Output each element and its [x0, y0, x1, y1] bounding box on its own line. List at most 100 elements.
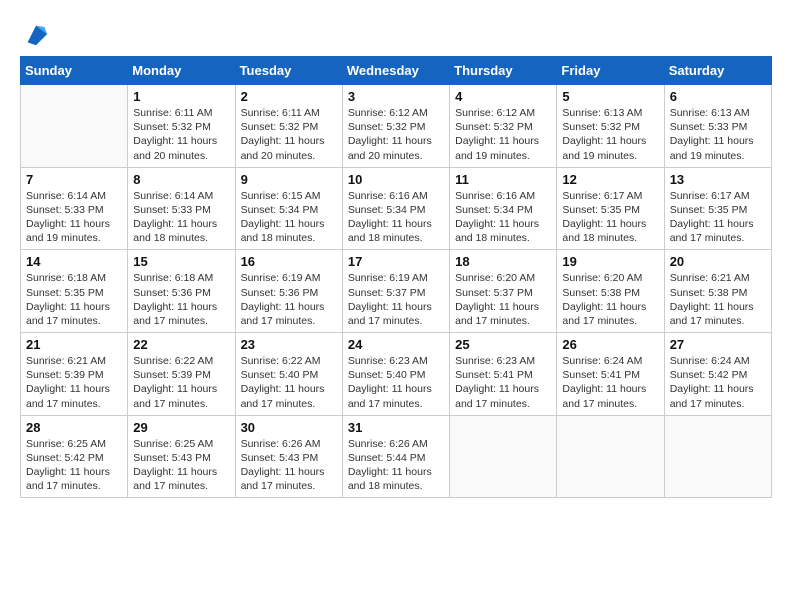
- calendar-cell: 1Sunrise: 6:11 AM Sunset: 5:32 PM Daylig…: [128, 85, 235, 168]
- calendar-cell: 22 Sunrise: 6:22 AM Sunset: 5:39 PM Dayli…: [128, 333, 235, 416]
- day-number: 31: [348, 420, 444, 435]
- day-info: Sunrise: 6:16 AM Sunset: 5:34 PM Dayligh…: [348, 189, 444, 246]
- day-info: Sunrise: 6:17 AM Sunset: 5:35 PM Dayligh…: [670, 189, 766, 246]
- day-info: Sunrise: 6:25 AM Sunset: 5:42 PM Dayligh…: [26, 437, 122, 494]
- logo-icon: [22, 20, 50, 48]
- weekday-header-sunday: Sunday: [21, 57, 128, 85]
- week-row-0: 1Sunrise: 6:11 AM Sunset: 5:32 PM Daylig…: [21, 85, 772, 168]
- day-number: 23: [241, 337, 337, 352]
- week-row-2: 14 Sunrise: 6:18 AM Sunset: 5:35 PM Dayli…: [21, 250, 772, 333]
- day-number: 21: [26, 337, 122, 352]
- calendar-cell: 5 Sunrise: 6:13 AM Sunset: 5:32 PM Daylig…: [557, 85, 664, 168]
- day-info: Sunrise: 6:11 AM Sunset: 5:32 PM Dayligh…: [133, 106, 229, 163]
- day-info: Sunrise: 6:13 AM Sunset: 5:32 PM Dayligh…: [562, 106, 658, 163]
- weekday-header-saturday: Saturday: [664, 57, 771, 85]
- week-row-1: 7 Sunrise: 6:14 AM Sunset: 5:33 PM Daylig…: [21, 167, 772, 250]
- day-info: Sunrise: 6:13 AM Sunset: 5:33 PM Dayligh…: [670, 106, 766, 163]
- day-info: Sunrise: 6:18 AM Sunset: 5:36 PM Dayligh…: [133, 271, 229, 328]
- day-info: Sunrise: 6:15 AM Sunset: 5:34 PM Dayligh…: [241, 189, 337, 246]
- calendar-cell: 15Sunrise: 6:18 AM Sunset: 5:36 PM Dayli…: [128, 250, 235, 333]
- day-info: Sunrise: 6:24 AM Sunset: 5:41 PM Dayligh…: [562, 354, 658, 411]
- calendar-cell: 16 Sunrise: 6:19 AM Sunset: 5:36 PM Dayli…: [235, 250, 342, 333]
- day-info: Sunrise: 6:11 AM Sunset: 5:32 PM Dayligh…: [241, 106, 337, 163]
- calendar-cell: 14 Sunrise: 6:18 AM Sunset: 5:35 PM Dayli…: [21, 250, 128, 333]
- day-number: 22: [133, 337, 229, 352]
- day-number: 16: [241, 254, 337, 269]
- day-info: Sunrise: 6:22 AM Sunset: 5:39 PM Dayligh…: [133, 354, 229, 411]
- calendar-cell: 18Sunrise: 6:20 AM Sunset: 5:37 PM Dayli…: [450, 250, 557, 333]
- calendar-cell: 11 Sunrise: 6:16 AM Sunset: 5:34 PM Dayli…: [450, 167, 557, 250]
- day-number: 5: [562, 89, 658, 104]
- week-row-4: 28 Sunrise: 6:25 AM Sunset: 5:42 PM Dayli…: [21, 415, 772, 498]
- weekday-header-wednesday: Wednesday: [342, 57, 449, 85]
- day-number: 19: [562, 254, 658, 269]
- day-number: 14: [26, 254, 122, 269]
- day-info: Sunrise: 6:17 AM Sunset: 5:35 PM Dayligh…: [562, 189, 658, 246]
- weekday-header-row: SundayMondayTuesdayWednesdayThursdayFrid…: [21, 57, 772, 85]
- day-number: 9: [241, 172, 337, 187]
- day-info: Sunrise: 6:12 AM Sunset: 5:32 PM Dayligh…: [455, 106, 551, 163]
- day-info: Sunrise: 6:20 AM Sunset: 5:38 PM Dayligh…: [562, 271, 658, 328]
- calendar-cell: 27 Sunrise: 6:24 AM Sunset: 5:42 PM Dayli…: [664, 333, 771, 416]
- header: [20, 20, 772, 48]
- day-number: 13: [670, 172, 766, 187]
- day-number: 8: [133, 172, 229, 187]
- calendar-cell: 26 Sunrise: 6:24 AM Sunset: 5:41 PM Dayli…: [557, 333, 664, 416]
- day-info: Sunrise: 6:26 AM Sunset: 5:43 PM Dayligh…: [241, 437, 337, 494]
- weekday-header-friday: Friday: [557, 57, 664, 85]
- day-number: 4: [455, 89, 551, 104]
- day-number: 10: [348, 172, 444, 187]
- weekday-header-tuesday: Tuesday: [235, 57, 342, 85]
- day-number: 25: [455, 337, 551, 352]
- calendar-cell: 3Sunrise: 6:12 AM Sunset: 5:32 PM Daylig…: [342, 85, 449, 168]
- day-info: Sunrise: 6:23 AM Sunset: 5:40 PM Dayligh…: [348, 354, 444, 411]
- day-info: Sunrise: 6:24 AM Sunset: 5:42 PM Dayligh…: [670, 354, 766, 411]
- calendar-cell: 13 Sunrise: 6:17 AM Sunset: 5:35 PM Dayli…: [664, 167, 771, 250]
- day-info: Sunrise: 6:12 AM Sunset: 5:32 PM Dayligh…: [348, 106, 444, 163]
- day-info: Sunrise: 6:23 AM Sunset: 5:41 PM Dayligh…: [455, 354, 551, 411]
- day-number: 29: [133, 420, 229, 435]
- day-info: Sunrise: 6:14 AM Sunset: 5:33 PM Dayligh…: [26, 189, 122, 246]
- calendar-cell: 30 Sunrise: 6:26 AM Sunset: 5:43 PM Dayli…: [235, 415, 342, 498]
- calendar-body: 1Sunrise: 6:11 AM Sunset: 5:32 PM Daylig…: [21, 85, 772, 498]
- calendar-cell: 10 Sunrise: 6:16 AM Sunset: 5:34 PM Dayli…: [342, 167, 449, 250]
- day-number: 11: [455, 172, 551, 187]
- calendar-cell: 21 Sunrise: 6:21 AM Sunset: 5:39 PM Dayli…: [21, 333, 128, 416]
- day-number: 28: [26, 420, 122, 435]
- day-number: 12: [562, 172, 658, 187]
- day-number: 7: [26, 172, 122, 187]
- day-info: Sunrise: 6:19 AM Sunset: 5:36 PM Dayligh…: [241, 271, 337, 328]
- week-row-3: 21 Sunrise: 6:21 AM Sunset: 5:39 PM Dayli…: [21, 333, 772, 416]
- calendar-cell: [450, 415, 557, 498]
- day-info: Sunrise: 6:25 AM Sunset: 5:43 PM Dayligh…: [133, 437, 229, 494]
- day-number: 27: [670, 337, 766, 352]
- day-number: 2: [241, 89, 337, 104]
- day-info: Sunrise: 6:20 AM Sunset: 5:37 PM Dayligh…: [455, 271, 551, 328]
- logo: [20, 20, 50, 48]
- day-number: 17: [348, 254, 444, 269]
- calendar-cell: 28 Sunrise: 6:25 AM Sunset: 5:42 PM Dayli…: [21, 415, 128, 498]
- calendar-cell: 23 Sunrise: 6:22 AM Sunset: 5:40 PM Dayli…: [235, 333, 342, 416]
- day-number: 30: [241, 420, 337, 435]
- calendar-cell: 17Sunrise: 6:19 AM Sunset: 5:37 PM Dayli…: [342, 250, 449, 333]
- day-number: 26: [562, 337, 658, 352]
- weekday-header-thursday: Thursday: [450, 57, 557, 85]
- day-number: 24: [348, 337, 444, 352]
- calendar-cell: 19 Sunrise: 6:20 AM Sunset: 5:38 PM Dayli…: [557, 250, 664, 333]
- calendar-cell: [21, 85, 128, 168]
- day-info: Sunrise: 6:16 AM Sunset: 5:34 PM Dayligh…: [455, 189, 551, 246]
- calendar-cell: [664, 415, 771, 498]
- day-info: Sunrise: 6:22 AM Sunset: 5:40 PM Dayligh…: [241, 354, 337, 411]
- calendar-cell: 4 Sunrise: 6:12 AM Sunset: 5:32 PM Daylig…: [450, 85, 557, 168]
- calendar-cell: [557, 415, 664, 498]
- calendar-cell: 6Sunrise: 6:13 AM Sunset: 5:33 PM Daylig…: [664, 85, 771, 168]
- calendar-cell: 9 Sunrise: 6:15 AM Sunset: 5:34 PM Daylig…: [235, 167, 342, 250]
- calendar-cell: 29 Sunrise: 6:25 AM Sunset: 5:43 PM Dayli…: [128, 415, 235, 498]
- calendar-cell: 20Sunrise: 6:21 AM Sunset: 5:38 PM Dayli…: [664, 250, 771, 333]
- day-info: Sunrise: 6:26 AM Sunset: 5:44 PM Dayligh…: [348, 437, 444, 494]
- calendar-cell: 31 Sunrise: 6:26 AM Sunset: 5:44 PM Dayli…: [342, 415, 449, 498]
- day-info: Sunrise: 6:21 AM Sunset: 5:39 PM Dayligh…: [26, 354, 122, 411]
- day-info: Sunrise: 6:21 AM Sunset: 5:38 PM Dayligh…: [670, 271, 766, 328]
- calendar: SundayMondayTuesdayWednesdayThursdayFrid…: [20, 56, 772, 498]
- day-info: Sunrise: 6:18 AM Sunset: 5:35 PM Dayligh…: [26, 271, 122, 328]
